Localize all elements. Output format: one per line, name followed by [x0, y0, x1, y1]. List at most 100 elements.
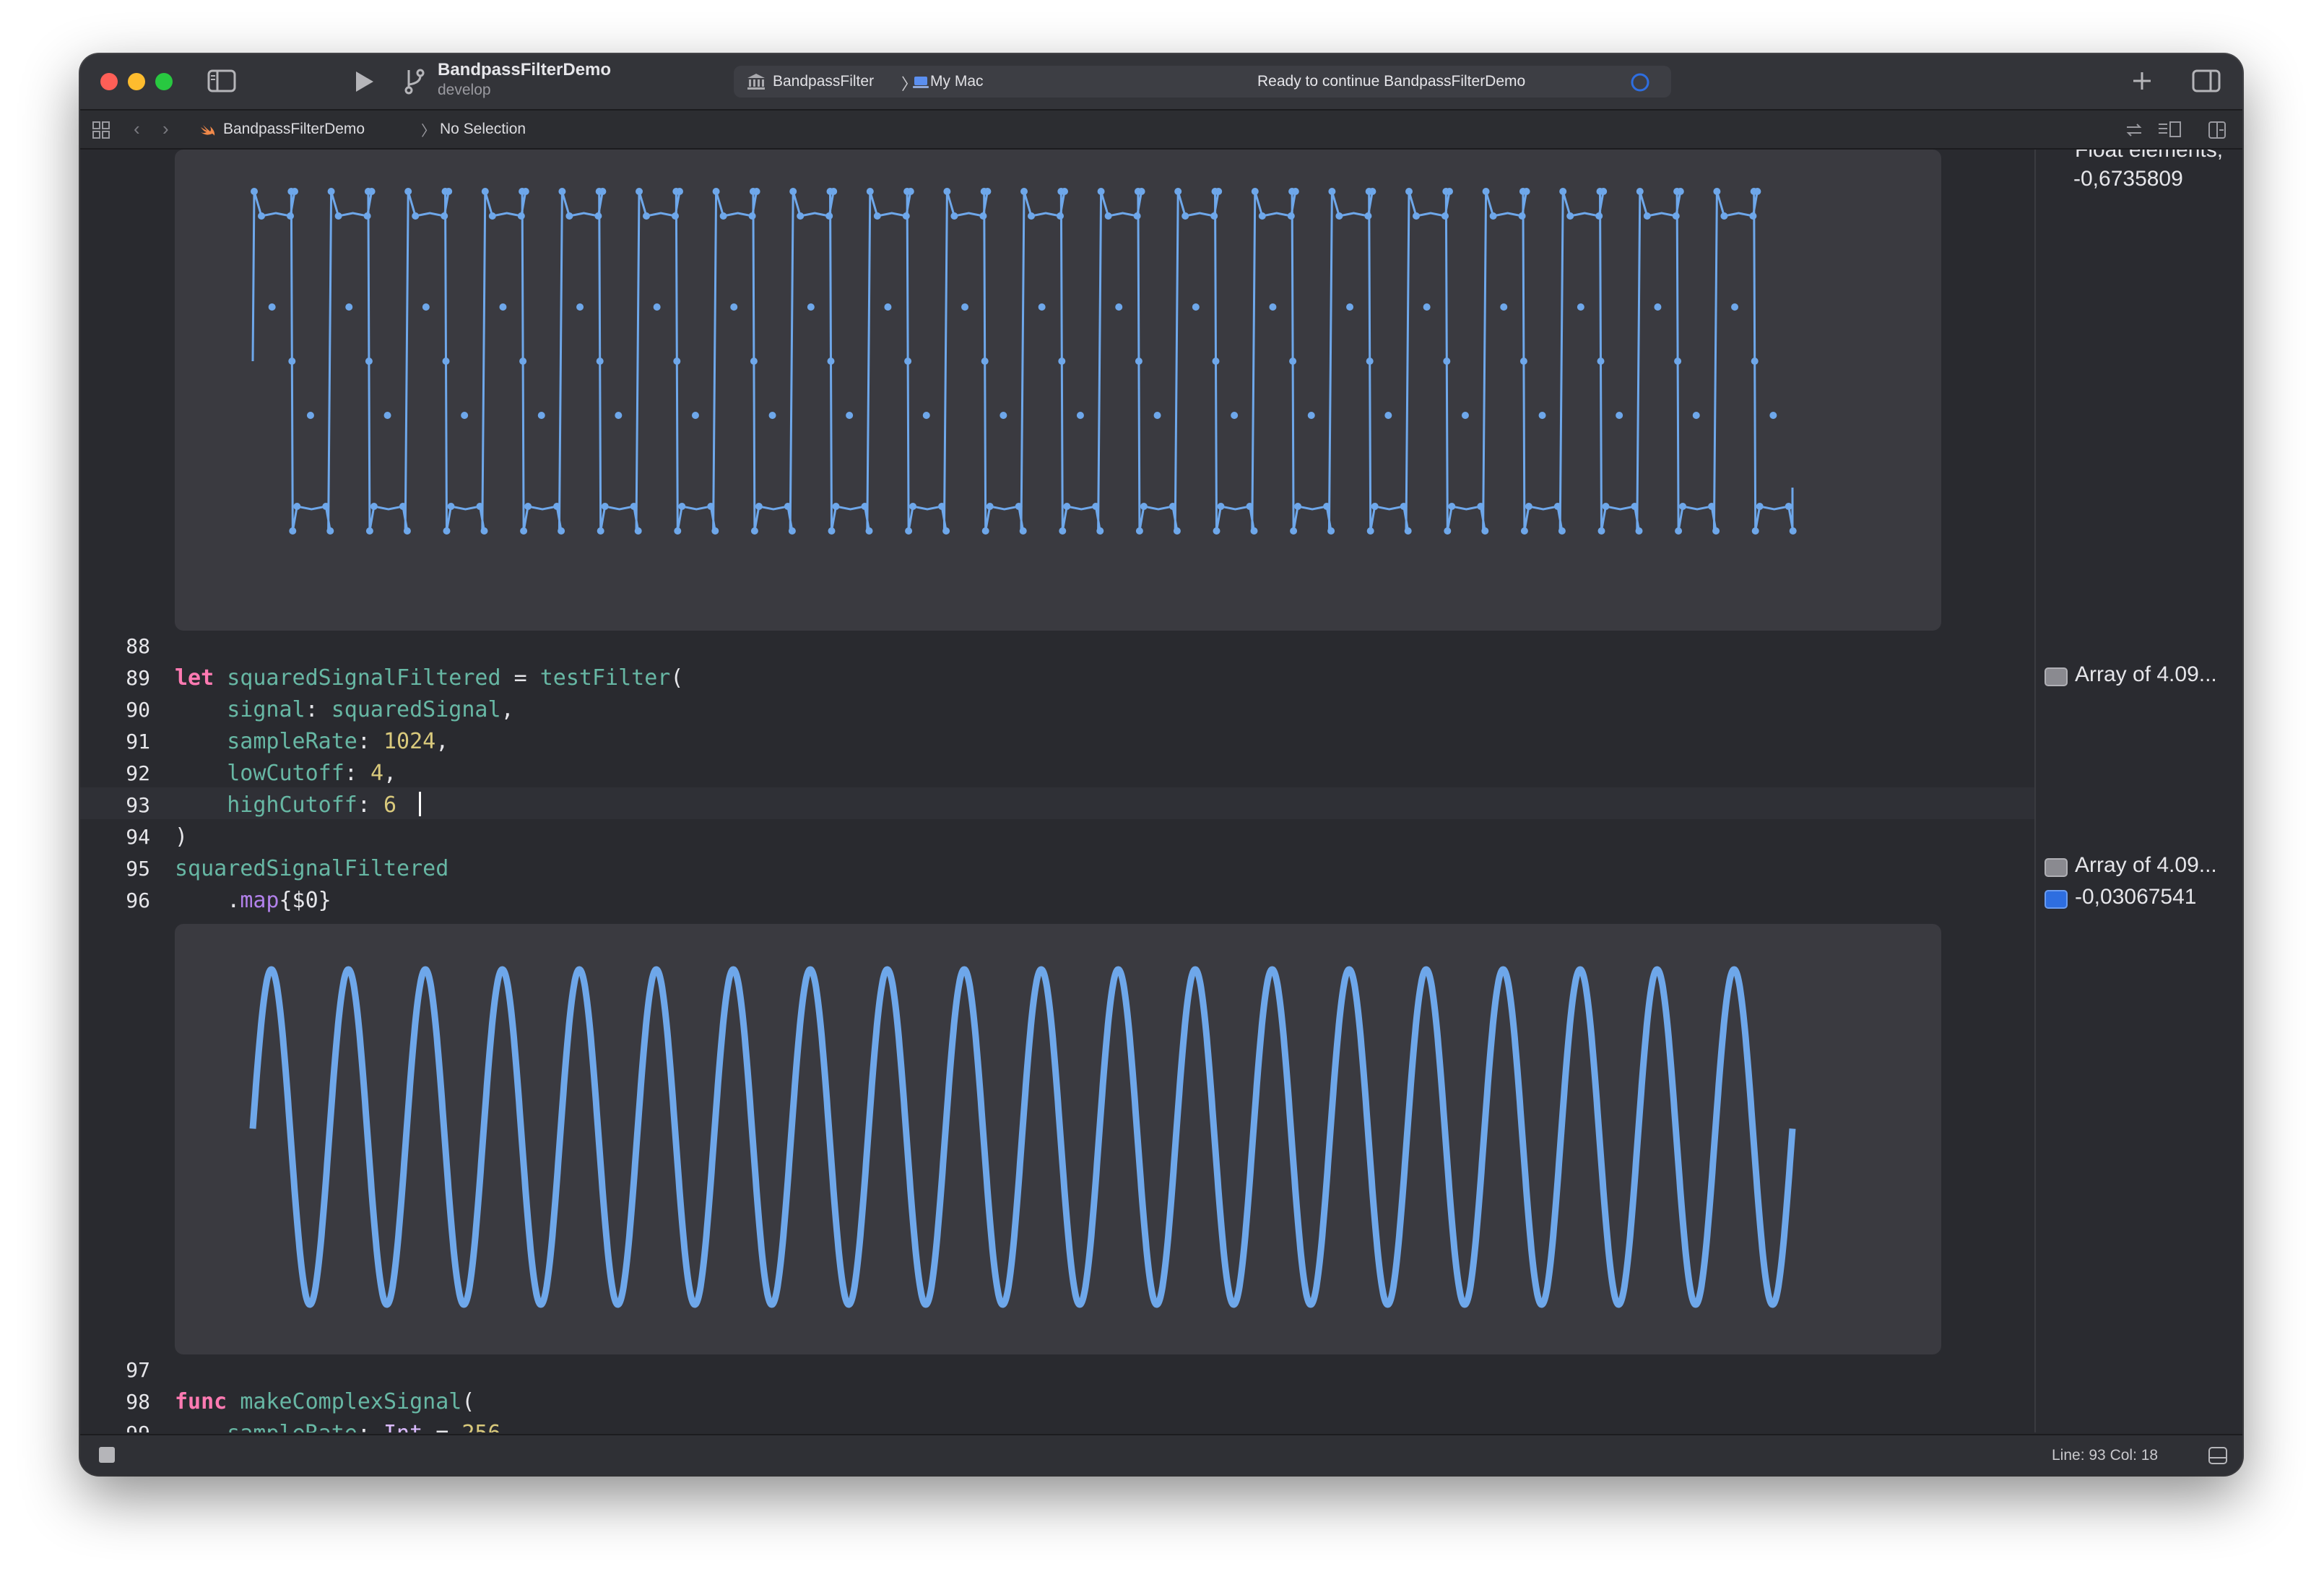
data-point	[755, 503, 763, 510]
navigator-toggle-icon[interactable]	[207, 69, 236, 93]
data-point	[1405, 188, 1413, 195]
show-result-icon[interactable]	[2045, 890, 2068, 909]
data-point	[1616, 412, 1623, 419]
quick-look-icon[interactable]	[2045, 858, 2068, 877]
data-point	[251, 188, 258, 195]
data-point	[672, 188, 680, 195]
data-point	[1135, 358, 1143, 365]
data-point	[712, 188, 720, 195]
related-items-grid-icon[interactable]	[92, 121, 112, 139]
data-point	[1294, 503, 1302, 510]
data-point	[1482, 188, 1490, 195]
code-line-89[interactable]: let squaredSignalFiltered = testFilter(	[175, 662, 683, 694]
data-point	[1751, 527, 1759, 535]
data-point	[643, 212, 650, 220]
code-line-92[interactable]: lowCutoff: 4,	[175, 758, 396, 790]
data-point	[1168, 503, 1176, 510]
branch-name[interactable]: develop	[438, 82, 491, 99]
data-point	[1404, 527, 1412, 535]
data-point	[258, 212, 265, 220]
data-point	[788, 527, 796, 535]
data-point	[1251, 188, 1259, 195]
data-point	[576, 303, 584, 311]
data-point	[1366, 527, 1374, 535]
data-point	[1057, 212, 1064, 220]
scheme-icon	[747, 74, 765, 90]
square-wave-series-line	[251, 190, 1795, 532]
line-number: 91	[126, 730, 150, 753]
data-point	[986, 503, 994, 510]
project-name[interactable]: BandpassFilterDemo	[438, 60, 611, 80]
data-point	[1134, 188, 1142, 195]
code-line-98[interactable]: func makeComplexSignal(	[175, 1386, 474, 1418]
data-point	[1731, 303, 1739, 311]
data-point	[1133, 212, 1141, 220]
code-line-90[interactable]: signal: squaredSignal,	[175, 694, 513, 726]
data-point	[1246, 503, 1254, 510]
stop-icon[interactable]	[99, 1447, 115, 1463]
data-point	[1213, 527, 1220, 535]
sine-series-line	[249, 966, 1796, 1308]
data-point	[1525, 503, 1532, 510]
branch-icon[interactable]	[403, 67, 426, 96]
add-icon[interactable]	[2131, 69, 2153, 93]
line-number: 98	[126, 1390, 150, 1414]
destination-selector[interactable]: My Mac	[930, 73, 984, 90]
data-point	[345, 303, 353, 311]
data-point	[961, 303, 969, 311]
jump-bar-file[interactable]: BandpassFilterDemo	[223, 121, 365, 138]
data-point	[861, 503, 869, 510]
inspector-toggle-icon[interactable]	[2192, 69, 2221, 93]
code-line-94[interactable]: )	[175, 821, 188, 853]
data-point	[1250, 527, 1258, 535]
debug-area-toggle-icon[interactable]	[2208, 1445, 2228, 1466]
line-number: 99	[80, 1418, 150, 1432]
jump-bar-selection[interactable]: No Selection	[405, 121, 526, 138]
scheme-selector[interactable]: BandpassFilter	[773, 73, 874, 90]
forward-chevron-icon[interactable]: ›	[162, 118, 169, 140]
data-point	[268, 303, 276, 311]
data-point	[1210, 212, 1218, 220]
add-editor-icon[interactable]	[2208, 121, 2228, 139]
data-point	[865, 527, 873, 535]
editor-options-icon[interactable]	[2157, 121, 2182, 139]
result-row-89[interactable]: Array of 4.09...	[2036, 660, 2242, 691]
data-point	[749, 188, 757, 195]
data-point	[1713, 188, 1721, 195]
activity-viewer: BandpassFilter 〉 My Mac Ready to continu…	[734, 66, 1671, 98]
code-line-91[interactable]: sampleRate: 1024,	[175, 726, 448, 758]
data-point	[1489, 212, 1497, 220]
data-point	[950, 212, 958, 220]
data-point	[1400, 503, 1408, 510]
result-row-95[interactable]: Array of 4.09...	[2036, 850, 2242, 882]
data-point	[399, 503, 407, 510]
data-point	[1327, 527, 1335, 535]
data-point	[488, 212, 496, 220]
data-point	[807, 303, 815, 311]
result-row-96[interactable]: -0,03067541	[2036, 882, 2242, 914]
quick-look-icon[interactable]	[2045, 667, 2068, 686]
data-point	[1063, 503, 1071, 510]
data-point	[1558, 527, 1566, 535]
data-point	[1597, 527, 1605, 535]
source-editor[interactable]: 88 89 90 91 92 93 94 95 96 97 98 99 100 …	[80, 150, 2034, 1432]
run-icon[interactable]	[353, 69, 375, 95]
xcode-window: BandpassFilterDemo develop BandpassFilte…	[80, 54, 2242, 1475]
data-point	[481, 188, 489, 195]
code-line-93[interactable]: highCutoff: 6	[175, 790, 396, 821]
minimize-window-button[interactable]	[128, 73, 145, 90]
code-line-96[interactable]: .map{$0}	[175, 885, 331, 917]
data-point	[1720, 212, 1728, 220]
data-point	[748, 212, 756, 220]
data-point	[404, 188, 412, 195]
close-window-button[interactable]	[100, 73, 118, 90]
code-line-95[interactable]: squaredSignalFiltered	[175, 853, 448, 885]
back-chevron-icon[interactable]: ‹	[134, 118, 140, 140]
zoom-window-button[interactable]	[155, 73, 173, 90]
result-value: -0,6735809	[2073, 167, 2183, 191]
data-point	[1481, 527, 1489, 535]
data-point	[1269, 303, 1277, 311]
refresh-arrows-icon[interactable]	[2124, 121, 2144, 139]
data-point	[711, 527, 719, 535]
code-line-99[interactable]: sampleRate: Int = 256,	[175, 1418, 513, 1432]
